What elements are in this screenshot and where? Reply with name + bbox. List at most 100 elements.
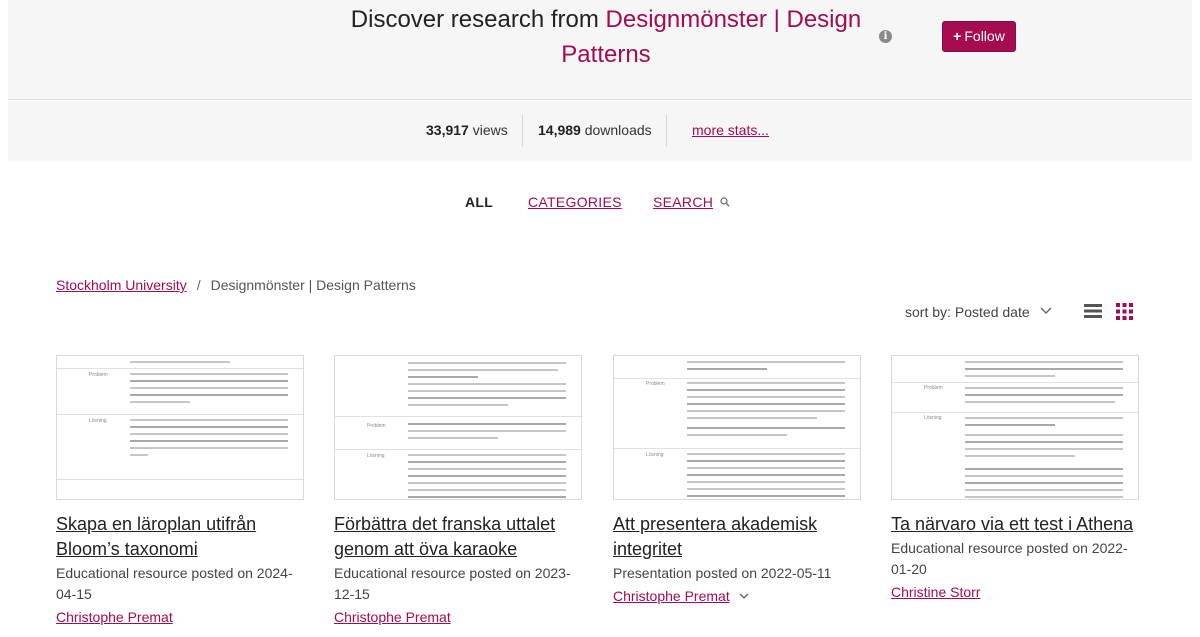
downloads-stat: 14,989 downloads	[538, 122, 652, 138]
thumbnail-text-line	[965, 401, 1115, 403]
group-header: Discover research from Designmönster | D…	[8, 0, 1192, 100]
thumbnail-text-line	[965, 489, 1123, 491]
tab-search[interactable]: SEARCH	[653, 194, 713, 210]
thumbnail-text-line	[130, 447, 288, 449]
thumbnail-text-line	[687, 396, 845, 398]
thumbnail-divider	[892, 382, 1138, 383]
item-author-link[interactable]: Christine Storr	[891, 584, 980, 600]
thumbnail-text-line	[408, 376, 478, 378]
search-icon[interactable]	[720, 197, 730, 207]
item-title-link[interactable]: Förbättra det franska uttalet genom att …	[334, 512, 582, 562]
thumbnail-text-line	[408, 482, 566, 484]
thumbnail-label: Problem	[924, 385, 943, 391]
thumbnail-label: Problem	[367, 423, 386, 429]
item-meta: Educational resource posted on 2024-04-1…	[56, 565, 293, 602]
follow-button[interactable]: + Follow	[942, 21, 1016, 52]
thumbnail-text-line	[965, 387, 1123, 389]
item-card: Problem Lösning Skapa en läroplan utifrå…	[56, 355, 304, 627]
item-author-link[interactable]: Christophe Premat	[56, 609, 173, 625]
thumbnail-text-line	[130, 373, 288, 375]
list-view-icon[interactable]	[1084, 303, 1102, 319]
thumbnail-text-line	[408, 437, 498, 439]
stats-divider	[522, 115, 523, 147]
thumbnail-text-line	[965, 424, 1055, 426]
thumbnail-text-line	[687, 368, 767, 370]
more-stats-link[interactable]: more stats...	[692, 122, 769, 138]
item-card: Problem Lösning Ta närvaro via ett test …	[891, 355, 1139, 602]
thumbnail-text-line	[965, 441, 1123, 443]
thumbnail-text-line	[965, 455, 1075, 457]
thumbnail-text-line	[965, 475, 1123, 477]
item-title-link[interactable]: Att presentera akademisk integritet	[613, 512, 861, 562]
thumbnail-divider	[57, 368, 303, 369]
thumbnail-text-line	[130, 419, 288, 421]
thumbnail-divider	[335, 449, 581, 450]
sort-select[interactable]: Posted date	[955, 304, 1030, 320]
thumbnail-text-line	[687, 481, 845, 483]
item-meta: Presentation posted on 2022-05-11	[613, 565, 832, 581]
thumbnail-text-line	[965, 434, 1123, 436]
sort-label: sort by:	[905, 304, 951, 320]
thumbnail-text-line	[687, 460, 845, 462]
thumbnail-divider	[335, 416, 581, 417]
breadcrumb-separator: /	[196, 277, 201, 293]
thumbnail-divider	[614, 378, 860, 379]
item-card: Problem Lösning Förbättra det franska ut…	[334, 355, 582, 627]
thumbnail-label: Problem	[89, 372, 108, 378]
grid-view-icon[interactable]	[1116, 303, 1133, 320]
downloads-count: 14,989	[538, 122, 581, 138]
item-thumbnail[interactable]: Problem Lösning	[613, 355, 861, 500]
thumbnail-divider	[57, 414, 303, 415]
item-thumbnail[interactable]: Problem Lösning	[56, 355, 304, 500]
tab-all[interactable]: ALL	[465, 194, 493, 210]
thumbnail-text-line	[687, 495, 845, 497]
item-author-row: Christophe Premat	[613, 584, 861, 606]
chevron-down-icon[interactable]	[1040, 307, 1052, 315]
item-thumbnail[interactable]: Problem Lösning	[334, 355, 582, 500]
breadcrumb-parent-link[interactable]: Stockholm University	[56, 277, 187, 293]
thumbnail-text-line	[408, 489, 566, 491]
downloads-label: downloads	[580, 122, 652, 138]
thumbnail-text-line	[687, 488, 845, 490]
group-name[interactable]: Designmönster | Design Patterns	[561, 6, 861, 68]
thumbnail-text-line	[965, 448, 1123, 450]
breadcrumb-current: Designmönster | Design Patterns	[210, 277, 416, 293]
thumbnail-text-line	[687, 361, 845, 363]
thumbnail-label: Problem	[646, 381, 665, 387]
thumbnail-label: Lösning	[646, 452, 664, 458]
info-icon[interactable]: i	[879, 30, 892, 43]
thumbnail-text-line	[130, 387, 288, 389]
item-author-link[interactable]: Christophe Premat	[334, 609, 451, 625]
page-title: Discover research from Designmönster | D…	[328, 2, 884, 72]
thumbnail-text-line	[687, 474, 845, 476]
page-title-prefix: Discover research from	[350, 6, 606, 33]
tab-categories[interactable]: CATEGORIES	[528, 194, 622, 210]
breadcrumb: Stockholm University / Designmönster | Des…	[56, 277, 416, 293]
thumbnail-text-line	[965, 468, 1123, 470]
thumbnail-text-line	[130, 440, 288, 442]
views-stat: 33,917 views	[426, 122, 508, 138]
item-thumbnail[interactable]: Problem Lösning	[891, 355, 1139, 500]
follow-label: Follow	[964, 28, 1005, 44]
item-title-link[interactable]: Ta närvaro via ett test i Athena	[891, 512, 1139, 537]
thumbnail-text-line	[687, 467, 845, 469]
thumbnail-text-line	[965, 375, 1055, 377]
thumbnail-text-line	[130, 394, 288, 396]
thumbnail-text-line	[408, 423, 566, 425]
item-meta: Educational resource posted on 2023-12-1…	[334, 565, 571, 602]
item-title-link[interactable]: Skapa en läroplan utifrån Bloom’s taxono…	[56, 512, 304, 562]
sort-control: sort by: Posted date	[905, 304, 1030, 320]
thumbnail-text-line	[408, 468, 566, 470]
thumbnail-text-line	[130, 401, 190, 403]
thumbnail-text-line	[965, 417, 1123, 419]
thumbnail-text-line	[687, 403, 845, 405]
thumbnail-text-line	[130, 426, 288, 428]
thumbnail-label: Lösning	[924, 415, 942, 421]
thumbnail-text-line	[408, 404, 508, 406]
thumbnail-text-line	[130, 433, 288, 435]
item-author-link[interactable]: Christophe Premat	[613, 588, 730, 604]
thumbnail-divider	[892, 412, 1138, 413]
chevron-down-icon[interactable]	[739, 593, 749, 600]
item-meta: Educational resource posted on 2022-01-2…	[891, 540, 1128, 577]
thumbnail-text-line	[687, 427, 845, 429]
